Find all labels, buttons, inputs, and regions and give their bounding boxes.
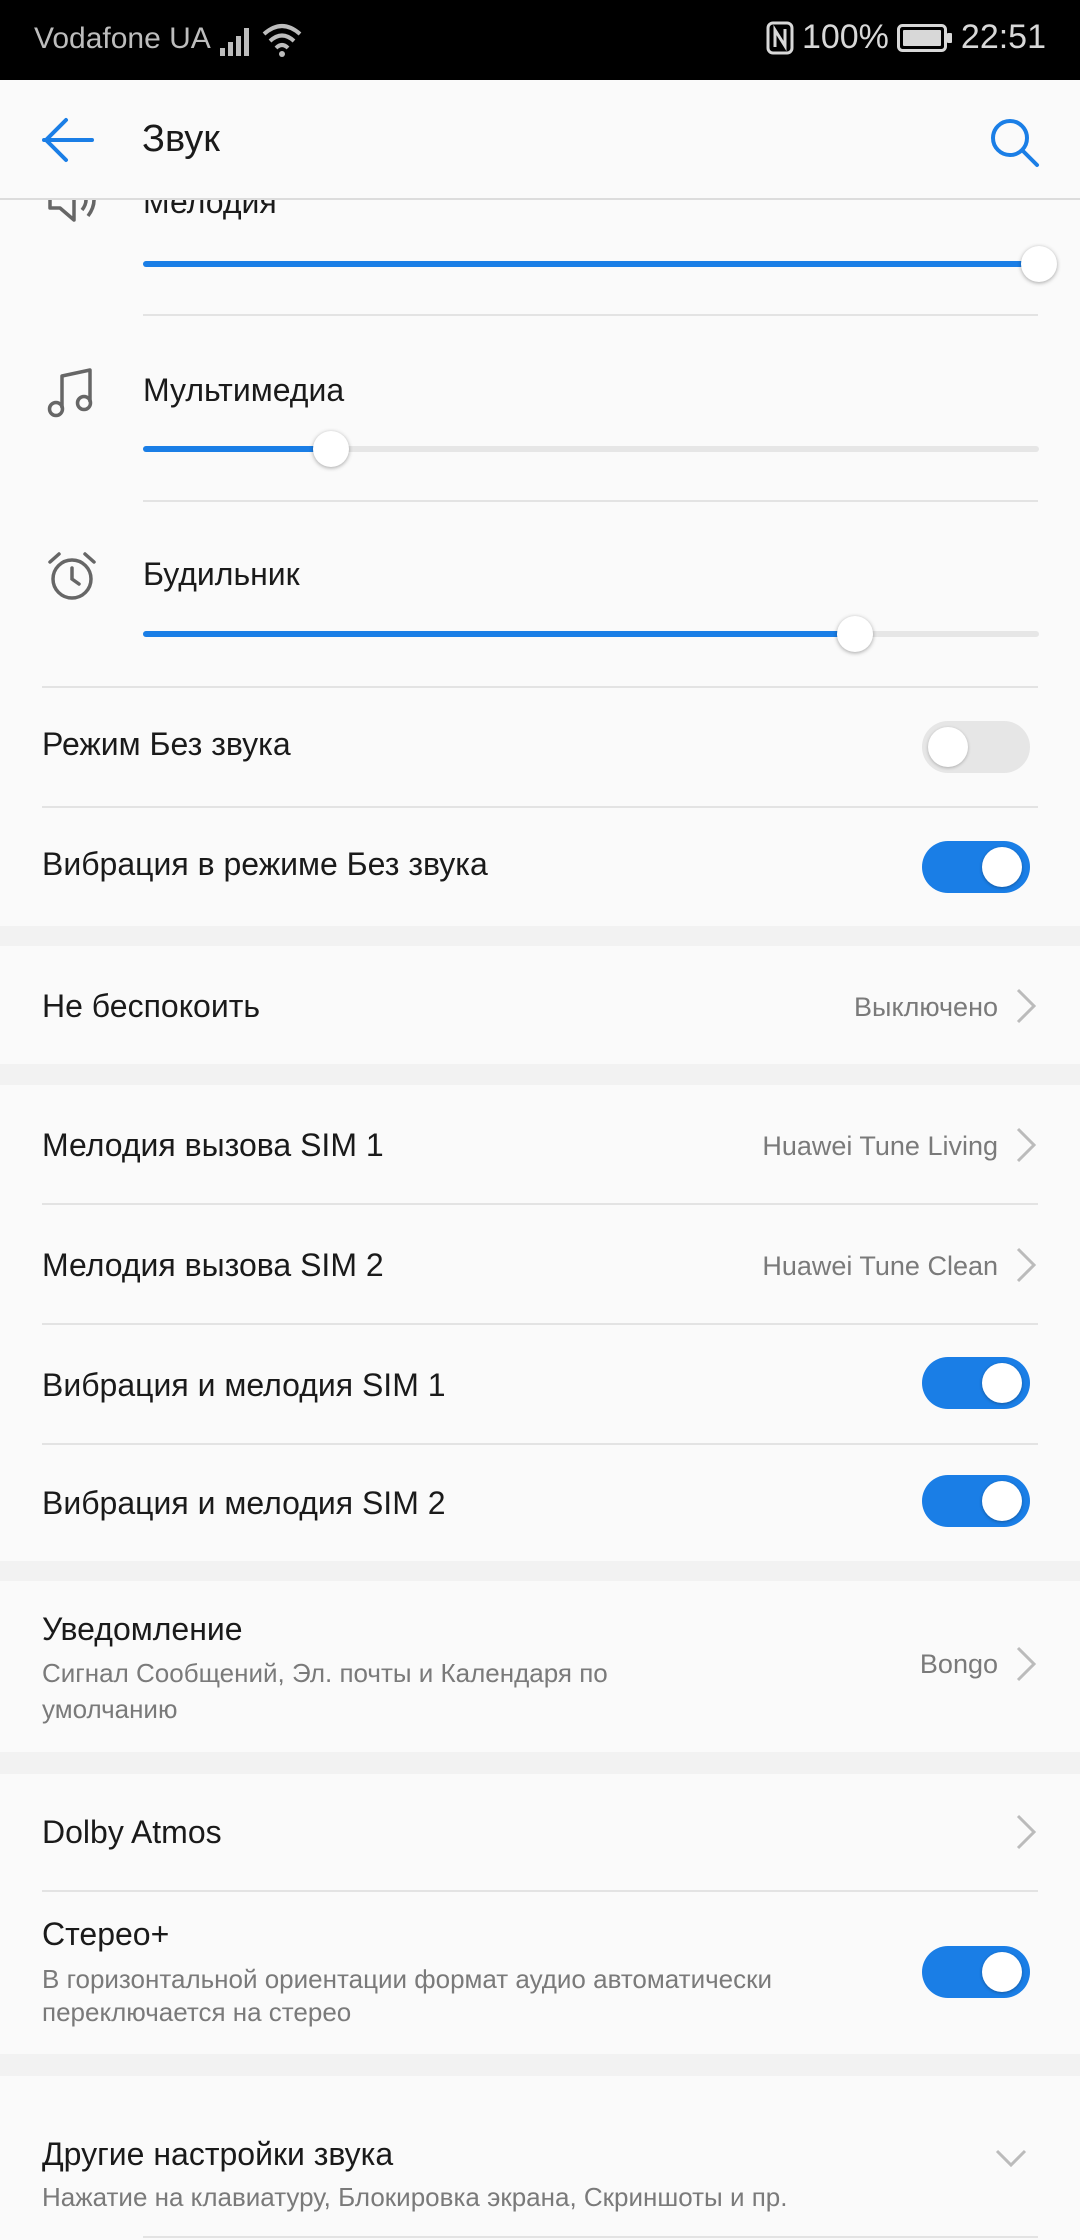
carrier-name: Vodafone UA xyxy=(34,22,211,55)
alarm-volume-row: Будильник xyxy=(0,502,1080,686)
notification-subtitle-line2: умолчанию xyxy=(42,1694,178,1724)
notification-section: Уведомление Сигнал Сообщений, Эл. почты … xyxy=(0,1581,1080,1752)
battery-icon xyxy=(896,23,952,52)
stereo-subtitle-line2: переключается на стерео xyxy=(42,1997,352,2027)
page-title: Звук xyxy=(142,118,220,160)
notification-subtitle-line1: Сигнал Сообщений, Эл. почты и Календаря … xyxy=(42,1658,608,1688)
music-note-icon xyxy=(47,368,93,418)
status-bar: Vodafone UA 100% 22:51 xyxy=(0,0,1080,80)
dnd-section: Не беспокоить Выключено xyxy=(0,946,1080,1064)
notification-value: Bongo xyxy=(919,1649,998,1679)
nfc-icon xyxy=(766,21,794,54)
notification-row[interactable]: Уведомление Сигнал Сообщений, Эл. почты … xyxy=(0,1581,1080,1752)
stereo-toggle[interactable] xyxy=(922,1946,1030,1998)
notification-label: Уведомление xyxy=(42,1611,243,1647)
vibrate-sim1-label: Вибрация и мелодия SIM 1 xyxy=(42,1367,446,1403)
other-sound-row[interactable]: Другие настройки звука Нажатие на клавиа… xyxy=(0,2076,1080,2240)
chevron-right-icon xyxy=(1016,1247,1037,1283)
ringtone-sim1-row[interactable]: Мелодия вызова SIM 1 Huawei Tune Living xyxy=(0,1085,1080,1203)
ringtone-sim2-row[interactable]: Мелодия вызова SIM 2 Huawei Tune Clean xyxy=(0,1205,1080,1323)
audio-effects-section: Dolby Atmos Стерео+ В горизонтальной ори… xyxy=(0,1774,1080,2054)
slider-thumb[interactable] xyxy=(1021,246,1057,282)
wifi-icon xyxy=(262,24,302,57)
silent-mode-label: Режим Без звука xyxy=(42,726,291,762)
vibrate-sim2-toggle[interactable] xyxy=(922,1475,1030,1527)
vibrate-sim2-label: Вибрация и мелодия SIM 2 xyxy=(42,1485,446,1521)
battery-percent: 100% xyxy=(801,18,889,56)
dolby-row[interactable]: Dolby Atmos xyxy=(0,1774,1080,1890)
media-volume-label: Мультимедиа xyxy=(143,372,345,408)
media-volume-slider[interactable] xyxy=(143,429,1039,469)
ringtone-sim2-value: Huawei Tune Clean xyxy=(762,1251,998,1281)
back-arrow-icon[interactable] xyxy=(40,116,96,164)
stereo-row[interactable]: Стерео+ В горизонтальной ориентации форм… xyxy=(0,1892,1080,2054)
vibrate-sim2-row[interactable]: Вибрация и мелодия SIM 2 xyxy=(0,1445,1080,1561)
stereo-label: Стерео+ xyxy=(42,1916,170,1952)
sim-section: Мелодия вызова SIM 1 Huawei Tune Living … xyxy=(0,1085,1080,1561)
ringtone-volume-row: Мелодия xyxy=(0,178,1080,316)
slider-thumb[interactable] xyxy=(837,616,874,652)
other-sound-section: Другие настройки звука Нажатие на клавиа… xyxy=(0,2076,1080,2240)
vibrate-silent-label: Вибрация в режиме Без звука xyxy=(42,846,488,882)
stereo-subtitle-line1: В горизонтальной ориентации формат аудио… xyxy=(42,1964,772,1994)
other-sound-label: Другие настройки звука xyxy=(42,2136,394,2172)
dnd-value: Выключено xyxy=(854,992,998,1022)
chevron-right-icon xyxy=(1016,1646,1037,1682)
chevron-right-icon xyxy=(1016,988,1037,1024)
chevron-right-icon xyxy=(1016,1814,1037,1850)
search-icon[interactable] xyxy=(988,116,1040,168)
ringtone-volume-slider[interactable] xyxy=(143,244,1057,284)
silent-mode-toggle[interactable] xyxy=(922,721,1030,773)
vibrate-sim1-row[interactable]: Вибрация и мелодия SIM 1 xyxy=(0,1325,1080,1443)
dolby-label: Dolby Atmos xyxy=(42,1814,222,1850)
silent-mode-row[interactable]: Режим Без звука xyxy=(0,688,1080,806)
ringtone-sim1-value: Huawei Tune Living xyxy=(762,1131,998,1161)
dnd-row[interactable]: Не беспокоить Выключено xyxy=(0,946,1080,1064)
alarm-volume-slider[interactable] xyxy=(143,614,1039,654)
ringtone-sim2-label: Мелодия вызова SIM 2 xyxy=(42,1247,384,1283)
signal-icon xyxy=(220,28,249,56)
alarm-volume-label: Будильник xyxy=(143,556,300,592)
app-bar: Звук xyxy=(0,80,1080,200)
slider-thumb[interactable] xyxy=(313,431,350,467)
dnd-label: Не беспокоить xyxy=(42,988,261,1024)
alarm-clock-icon xyxy=(48,552,96,600)
chevron-down-icon[interactable] xyxy=(994,2148,1028,2168)
vibrate-silent-toggle[interactable] xyxy=(922,841,1030,893)
volume-section: Мелодия Мультимедиа Будильник Режим Без … xyxy=(0,178,1080,926)
vibrate-silent-row[interactable]: Вибрация в режиме Без звука xyxy=(0,808,1080,926)
clock: 22:51 xyxy=(960,18,1046,56)
media-volume-row: Мультимедиа xyxy=(0,316,1080,500)
other-sound-subtitle: Нажатие на клавиатуру, Блокировка экрана… xyxy=(42,2182,788,2212)
vibrate-sim1-toggle[interactable] xyxy=(922,1357,1030,1409)
ringtone-sim1-label: Мелодия вызова SIM 1 xyxy=(42,1127,384,1163)
chevron-right-icon xyxy=(1016,1127,1037,1163)
